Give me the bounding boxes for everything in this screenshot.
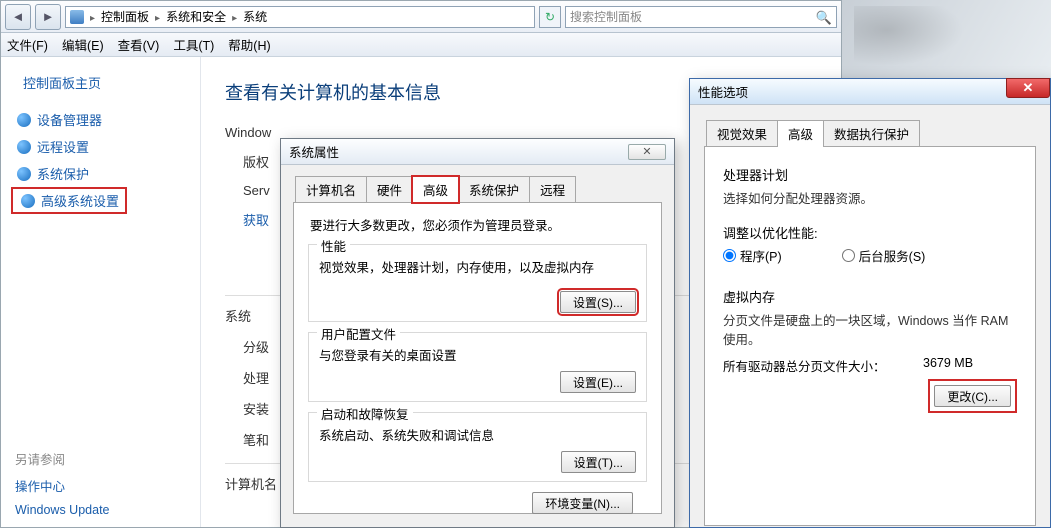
left-nav: 控制面板主页 设备管理器 远程设置 系统保护 高级系统设置 另请参阅 操作中心 … [1, 57, 201, 527]
menu-file[interactable]: 文件(F) [7, 35, 48, 54]
tab-hardware[interactable]: 硬件 [366, 176, 413, 203]
userprofiles-desc: 与您登录有关的桌面设置 [319, 345, 636, 364]
tab-dep[interactable]: 数据执行保护 [823, 120, 920, 147]
adjust-label: 调整以优化性能: [723, 223, 1017, 242]
group-startup-recovery: 启动和故障恢复 系统启动、系统失败和调试信息 设置(T)... [308, 412, 647, 482]
search-input[interactable]: 搜索控制面板 🔍 [565, 6, 837, 28]
shield-icon [17, 167, 31, 181]
dialog-title: 系统属性 [289, 142, 339, 161]
vm-total-value: 3679 MB [923, 356, 973, 375]
nav-advanced-system-settings[interactable]: 高级系统设置 [11, 187, 127, 214]
dialog-title: 性能选项 [698, 82, 748, 101]
sysprops-tabs: 计算机名 硬件 高级 系统保护 远程 [295, 175, 674, 202]
search-icon: 🔍 [816, 10, 832, 26]
sched-desc: 选择如何分配处理器资源。 [723, 188, 1017, 207]
crumb-control-panel[interactable]: 控制面板 [101, 8, 149, 25]
settings-performance-button[interactable]: 设置(S)... [560, 291, 636, 313]
tab-remote[interactable]: 远程 [529, 176, 576, 203]
menu-help[interactable]: 帮助(H) [228, 35, 270, 54]
vm-desc: 分页文件是硬盘上的一块区域，Windows 当作 RAM 使用。 [723, 310, 1017, 348]
group-title-startup: 启动和故障恢复 [317, 404, 413, 423]
crumb-system[interactable]: 系统 [243, 8, 267, 25]
close-button[interactable]: ✕ [1006, 78, 1050, 98]
tab-advanced[interactable]: 高级 [412, 176, 459, 203]
environment-variables-button[interactable]: 环境变量(N)... [532, 492, 633, 514]
settings-startup-button[interactable]: 设置(T)... [561, 451, 636, 473]
refresh-button[interactable]: ↻ [539, 6, 561, 28]
breadcrumb[interactable]: 控制面板 系统和安全 系统 [65, 6, 535, 28]
desktop-wallpaper [842, 0, 1051, 80]
menu-edit[interactable]: 编辑(E) [62, 35, 104, 54]
tab-computer-name[interactable]: 计算机名 [295, 176, 367, 203]
system-properties-dialog: 系统属性 ✕ 计算机名 硬件 高级 系统保护 远程 要进行大多数更改，您必须作为… [280, 138, 675, 528]
link-action-center[interactable]: 操作中心 [15, 476, 110, 495]
shield-icon [17, 113, 31, 127]
radio-programs[interactable]: 程序(P) [723, 246, 782, 265]
change-button[interactable]: 更改(C)... [934, 385, 1011, 407]
radio-background-input[interactable] [842, 249, 855, 262]
radio-programs-input[interactable] [723, 249, 736, 262]
menu-view[interactable]: 查看(V) [118, 35, 160, 54]
nav-forward-button[interactable]: ► [35, 4, 61, 30]
radio-background[interactable]: 后台服务(S) [842, 246, 926, 265]
nav-system-protection[interactable]: 系统保护 [7, 160, 194, 187]
menu-bar: 文件(F) 编辑(E) 查看(V) 工具(T) 帮助(H) [1, 33, 841, 57]
group-performance: 性能 视觉效果，处理器计划，内存使用，以及虚拟内存 设置(S)... [308, 244, 647, 322]
performance-desc: 视觉效果，处理器计划，内存使用，以及虚拟内存 [319, 257, 636, 276]
nav-back-button[interactable]: ◄ [5, 4, 31, 30]
admin-note: 要进行大多数更改，您必须作为管理员登录。 [310, 215, 647, 234]
group-user-profiles: 用户配置文件 与您登录有关的桌面设置 设置(E)... [308, 332, 647, 402]
nav-device-manager[interactable]: 设备管理器 [7, 106, 194, 133]
settings-userprofiles-button[interactable]: 设置(E)... [560, 371, 636, 393]
close-button[interactable]: ✕ [628, 144, 666, 160]
group-title-userprofiles: 用户配置文件 [317, 324, 400, 343]
perf-tabs: 视觉效果 高级 数据执行保护 [706, 119, 1050, 146]
shield-icon [17, 140, 31, 154]
address-bar: ◄ ► 控制面板 系统和安全 系统 ↻ 搜索控制面板 🔍 [1, 1, 841, 33]
tab-visual-effects[interactable]: 视觉效果 [706, 120, 778, 147]
control-panel-icon [70, 10, 84, 24]
vm-total-label: 所有驱动器总分页文件大小： [723, 356, 923, 375]
group-title-performance: 性能 [317, 236, 350, 255]
sched-title: 处理器计划 [723, 165, 1017, 184]
menu-tools[interactable]: 工具(T) [173, 35, 214, 54]
search-placeholder: 搜索控制面板 [570, 8, 642, 25]
vm-title: 虚拟内存 [723, 287, 1017, 306]
change-button-highlight: 更改(C)... [928, 379, 1017, 413]
tabpage-perf-advanced: 处理器计划 选择如何分配处理器资源。 调整以优化性能: 程序(P) 后台服务(S… [704, 146, 1036, 526]
tabpage-advanced: 要进行大多数更改，您必须作为管理员登录。 性能 视觉效果，处理器计划，内存使用，… [293, 202, 662, 514]
performance-options-dialog: 性能选项 ✕ 视觉效果 高级 数据执行保护 处理器计划 选择如何分配处理器资源。… [689, 78, 1051, 528]
link-windows-update[interactable]: Windows Update [15, 503, 110, 517]
crumb-system-security[interactable]: 系统和安全 [166, 8, 226, 25]
nav-remote-settings[interactable]: 远程设置 [7, 133, 194, 160]
startup-desc: 系统启动、系统失败和调试信息 [319, 425, 636, 444]
nav-home[interactable]: 控制面板主页 [23, 73, 194, 92]
tab-system-protection[interactable]: 系统保护 [458, 176, 530, 203]
see-also-label: 另请参阅 [15, 449, 110, 468]
shield-icon [21, 194, 35, 208]
tab-advanced[interactable]: 高级 [777, 120, 824, 147]
